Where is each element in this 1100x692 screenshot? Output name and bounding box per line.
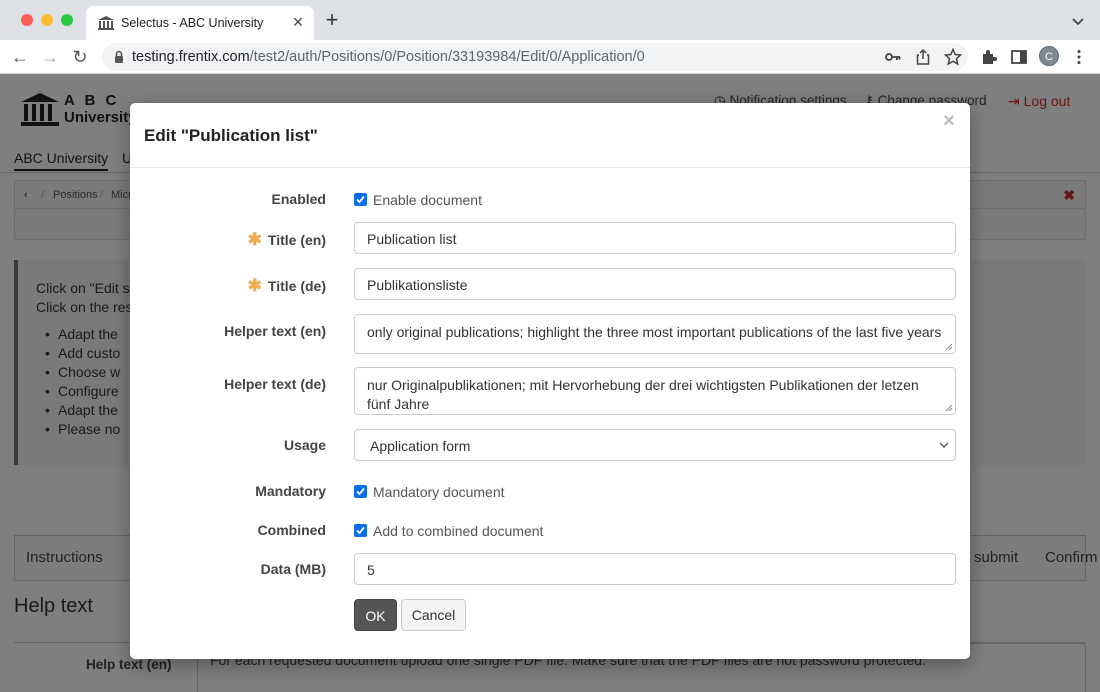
title-de-input[interactable]: Publikationsliste <box>354 268 956 300</box>
side-panel-icon[interactable] <box>1010 48 1028 66</box>
title-en-label: ✱ Title (en) <box>247 230 326 249</box>
close-window-button[interactable] <box>21 14 33 26</box>
helper-de-textarea[interactable]: nur Originalpublikationen; mit Hervorheb… <box>354 367 956 415</box>
edit-document-dialog: Edit "Publication list" × Enabled Enable… <box>130 103 970 659</box>
dialog-close-icon[interactable]: × <box>940 111 958 131</box>
chevron-down-icon <box>939 442 949 448</box>
checkbox-checked[interactable] <box>354 524 367 537</box>
key-icon[interactable] <box>884 48 902 66</box>
data-mb-value: 5 <box>367 562 375 578</box>
usage-selected-value: Application form <box>370 438 471 454</box>
mandatory-document-text: Mandatory document <box>373 484 505 500</box>
resize-grip-icon[interactable] <box>945 343 953 351</box>
back-arrow-icon[interactable]: ← <box>8 45 32 69</box>
share-icon[interactable] <box>914 48 932 66</box>
bookmark-star-icon[interactable] <box>944 48 962 66</box>
helper-en-label: Helper text (en) <box>224 323 326 339</box>
helper-en-value: only original publications; highlight th… <box>367 324 942 340</box>
title-en-value: Publication list <box>367 231 457 247</box>
usage-label: Usage <box>283 437 326 453</box>
browser-toolbar: ← → ↻ testing.frentix.com/test2/auth/Pos… <box>0 40 1100 74</box>
title-de-label: ✱ Title (de) <box>247 276 326 295</box>
lock-icon <box>115 50 123 63</box>
data-mb-input[interactable]: 5 <box>354 553 956 585</box>
forward-arrow-icon[interactable]: → <box>38 45 62 69</box>
tab-title: Selectus - ABC University <box>121 16 264 30</box>
tab-close-icon[interactable]: × <box>288 12 308 32</box>
enable-document-text: Enable document <box>373 192 482 208</box>
dialog-header: Edit "Publication list" × <box>130 103 970 168</box>
combined-document-text: Add to combined document <box>373 523 544 539</box>
combined-label: Combined <box>257 522 326 538</box>
helper-en-textarea[interactable]: only original publications; highlight th… <box>354 314 956 354</box>
minimize-window-button[interactable] <box>41 14 53 26</box>
new-tab-icon[interactable]: + <box>321 9 343 31</box>
url-text: testing.frentix.com/test2/auth/Positions… <box>132 49 645 65</box>
dialog-title: Edit "Publication list" <box>144 126 318 145</box>
address-bar[interactable]: testing.frentix.com/test2/auth/Positions… <box>102 43 968 71</box>
data-mb-label: Data (MB) <box>260 561 326 577</box>
checkbox-checked[interactable] <box>354 485 367 498</box>
resize-grip-icon[interactable] <box>945 404 953 412</box>
university-favicon-icon <box>98 16 114 30</box>
enabled-label: Enabled <box>271 191 326 207</box>
cancel-button[interactable]: Cancel <box>401 599 466 631</box>
browser-tabstrip: Selectus - ABC University × + <box>0 0 1100 40</box>
extensions-puzzle-icon[interactable] <box>980 48 998 66</box>
title-de-value: Publikationsliste <box>367 277 468 293</box>
tab-search-chevron-icon[interactable] <box>1068 12 1088 30</box>
title-en-input[interactable]: Publication list <box>354 222 956 254</box>
checkbox-checked[interactable] <box>354 193 367 206</box>
browser-tab[interactable]: Selectus - ABC University × <box>86 6 314 40</box>
mandatory-label: Mandatory <box>255 483 326 499</box>
required-asterisk-icon: ✱ <box>247 276 262 295</box>
required-asterisk-icon: ✱ <box>247 230 262 249</box>
reload-icon[interactable]: ↻ <box>68 45 92 69</box>
maximize-window-button[interactable] <box>61 14 73 26</box>
ok-button[interactable]: OK <box>354 599 397 631</box>
kebab-menu-icon[interactable] <box>1070 48 1088 66</box>
helper-de-value: nur Originalpublikationen; mit Hervorheb… <box>367 377 919 412</box>
usage-select[interactable]: Application form <box>354 429 956 461</box>
profile-avatar[interactable]: C <box>1039 46 1059 66</box>
helper-de-label: Helper text (de) <box>224 376 326 392</box>
